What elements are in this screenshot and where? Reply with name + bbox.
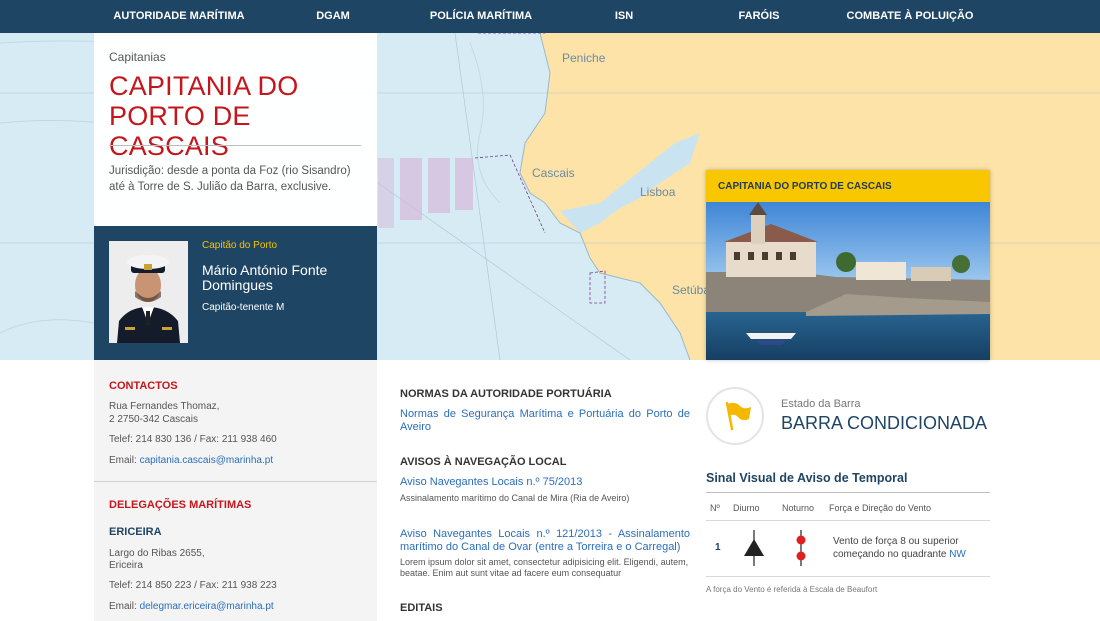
delegation-name: ERICEIRA [109, 526, 162, 538]
delegation-address-line-1: Largo do Ribas 2655, [109, 548, 205, 559]
col-header-diurno: Diurno [733, 503, 760, 513]
breadcrumb[interactable]: Capitanias [109, 50, 166, 64]
storm-signal-divider [706, 492, 990, 493]
day-signal-cone-icon [744, 530, 764, 566]
contacts-address-line-2: 2 2750-342 Cascais [109, 414, 198, 425]
row-direction: NW [949, 549, 966, 560]
title-divider [109, 145, 361, 146]
jurisdiction-text: Jurisdição: desde a ponta da Foz (rio Si… [109, 165, 351, 193]
featured-title: CAPITANIA DO PORTO DE CASCAIS [718, 181, 892, 192]
featured-card[interactable]: CAPITANIA DO PORTO DE CASCAIS [706, 170, 990, 360]
col-header-num: Nº [710, 503, 720, 513]
captain-rank: Capitão-tenente M [202, 302, 285, 313]
col-header-wind: Força e Direção do Vento [829, 503, 932, 513]
notices-column: NORMAS DA AUTORIDADE PORTUÁRIA Normas de… [400, 360, 690, 621]
flag-icon [725, 401, 751, 431]
bar-state-value: BARRA CONDICIONADA [781, 413, 988, 433]
col-header-noturno: Noturno [782, 503, 815, 513]
normas-title: NORMAS DA AUTORIDADE PORTUÁRIA [400, 388, 612, 400]
nav-item-farois[interactable]: FARÓIS [739, 0, 780, 33]
contacts-sidebar: CONTACTOS Rua Fernandes Thomaz, 2 2750-3… [94, 360, 377, 621]
top-navigation: AUTORIDADE MARÍTIMA DGAM POLÍCIA MARÍTIM… [0, 0, 1100, 33]
contacts-phone: Telef: 214 830 136 / Fax: 211 938 460 [109, 434, 277, 445]
page-title-line-2: PORTO DE CASCAIS [109, 101, 251, 161]
delegation-email-row: Email: delegmar.ericeira@marinha.pt [109, 601, 274, 613]
delegation-email-label: Email: [109, 601, 140, 612]
delegation-email-link[interactable]: delegmar.ericeira@marinha.pt [140, 601, 274, 612]
nav-item-autoridade-maritima[interactable]: AUTORIDADE MARÍTIMA [113, 0, 244, 33]
map-label-lisboa: Lisboa [640, 185, 676, 199]
page-title: CAPITANIA DO PORTO DE CASCAIS [109, 71, 377, 161]
map-label-peniche: Peniche [562, 51, 606, 65]
nav-item-policia-maritima[interactable]: POLÍCIA MARÍTIMA [430, 0, 532, 33]
storm-signal-footnote: A força do Vento é referida à Escala de … [706, 585, 878, 594]
delegation-address-line-2: Ericeira [109, 560, 143, 571]
row-number: 1 [715, 542, 721, 553]
contacts-title: CONTACTOS [109, 380, 178, 392]
sidebar-divider [94, 481, 377, 482]
bar-status-column: Estado da Barra BARRA CONDICIONADA Sinal… [706, 360, 990, 621]
featured-photo [706, 202, 990, 360]
captain-name: Mário António Fonte Domingues [202, 262, 328, 293]
aviso-2-description: Lorem ipsum dolor sit amet, consectetur … [400, 557, 689, 578]
delegations-title: DELEGAÇÕES MARÍTIMAS [109, 499, 252, 511]
table-header-divider [706, 520, 990, 521]
contacts-email-row: Email: capitania.cascais@marinha.pt [109, 455, 273, 467]
bar-state-label: Estado da Barra [781, 398, 861, 410]
featured-header: CAPITANIA DO PORTO DE CASCAIS [706, 170, 990, 202]
nav-item-dgam[interactable]: DGAM [316, 0, 350, 33]
contacts-email-label: Email: [109, 455, 140, 466]
table-row-divider [706, 576, 990, 577]
map-label-cascais: Cascais [532, 166, 575, 180]
contacts-email-link[interactable]: capitania.cascais@marinha.pt [140, 455, 274, 466]
aviso-2-link[interactable]: Aviso Navegantes Locais n.º 121/2013 - A… [400, 528, 690, 554]
avisos-title: AVISOS À NAVEGAÇÃO LOCAL [400, 456, 567, 468]
captain-role: Capitão do Porto [202, 240, 278, 251]
editais-title: EDITAIS [400, 602, 443, 614]
nav-item-isn[interactable]: ISN [615, 0, 633, 33]
captain-photo [109, 241, 188, 343]
capitania-info-card: Capitanias CAPITANIA DO PORTO DE CASCAIS… [94, 33, 377, 226]
captain-card: Capitão do Porto Mário António Fonte Dom… [94, 226, 377, 360]
map-label-setubal: Setúba [672, 283, 711, 297]
night-signal-lights-icon [796, 530, 806, 566]
storm-signal-title: Sinal Visual de Aviso de Temporal [706, 471, 908, 485]
page-title-line-1: CAPITANIA DO [109, 71, 299, 101]
contacts-address-line-1: Rua Fernandes Thomaz, [109, 401, 220, 412]
bar-state-badge [706, 387, 764, 445]
aviso-1-link[interactable]: Aviso Navegantes Locais n.º 75/2013 [400, 476, 690, 489]
normas-link[interactable]: Normas de Segurança Marítima e Portuária… [400, 408, 690, 434]
row-description-text: Vento de força 8 ou superior começando n… [833, 536, 959, 560]
row-description: Vento de força 8 ou superior começando n… [833, 535, 983, 561]
nav-item-combate-poluicao[interactable]: COMBATE À POLUIÇÃO [847, 0, 974, 33]
aviso-1-description: Assinalamento marítimo do Canal de Mira … [400, 493, 630, 503]
delegation-phone: Telef: 214 850 223 / Fax: 211 938 223 [109, 580, 277, 591]
